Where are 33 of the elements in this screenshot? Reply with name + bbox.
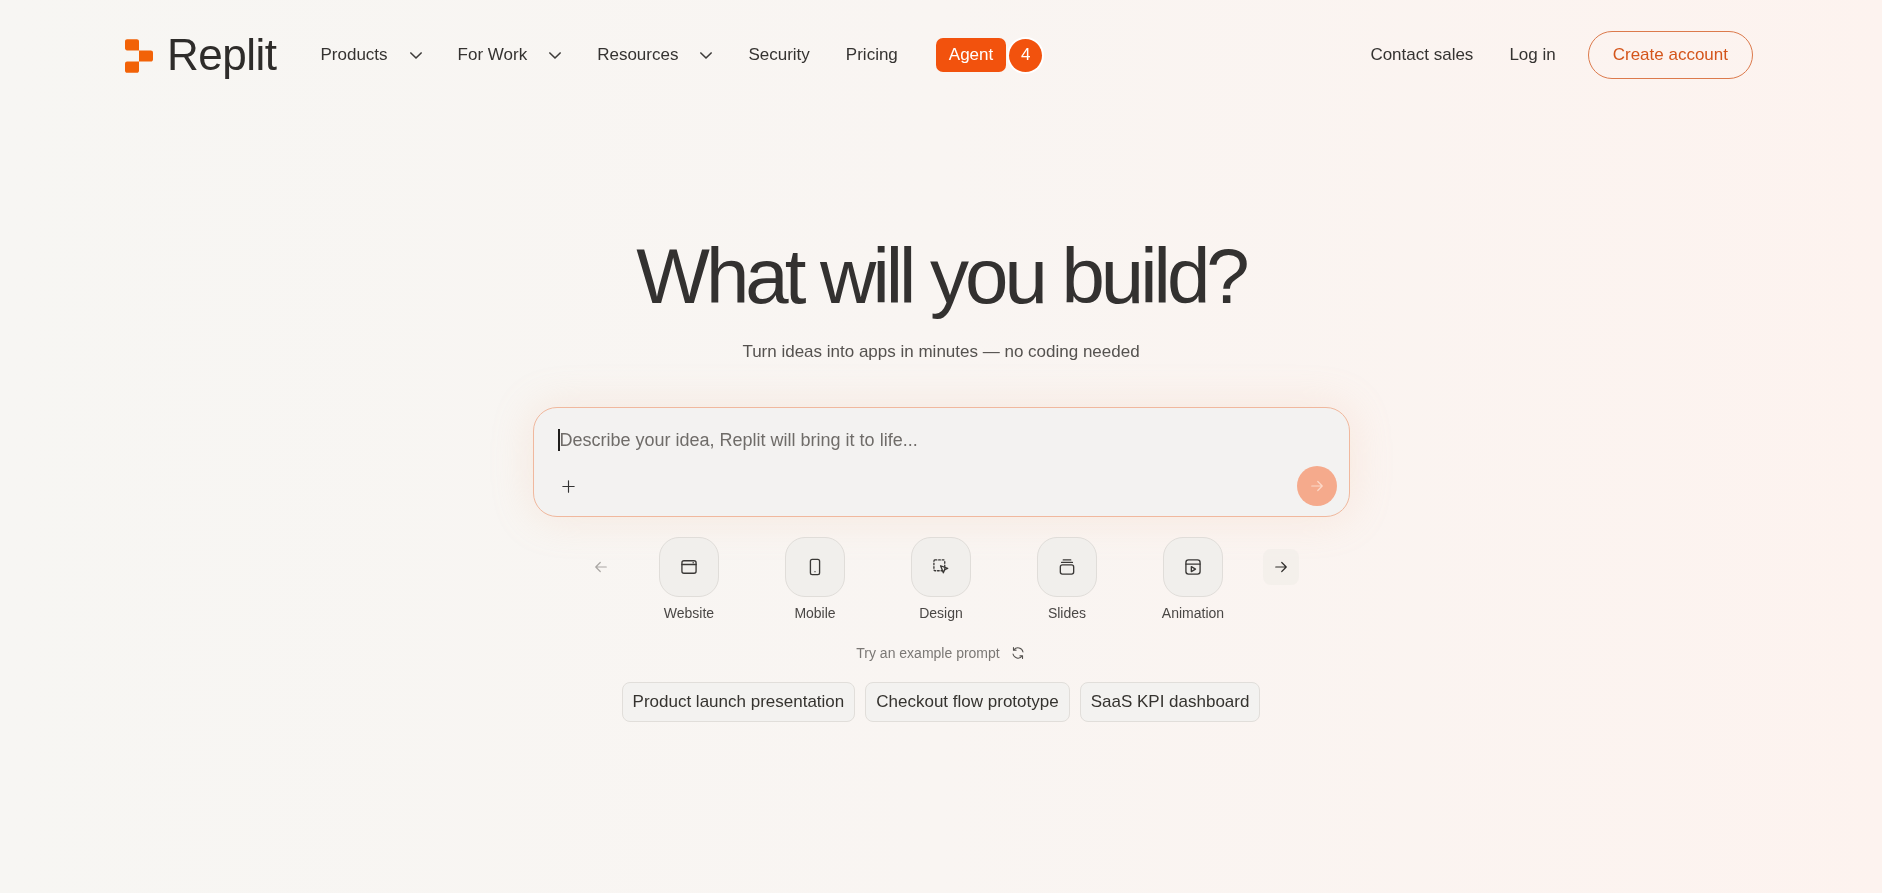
category-label: Slides (1047, 604, 1087, 622)
category-tile[interactable] (1163, 537, 1223, 597)
category-label: Website (663, 604, 715, 622)
hero-subtitle: Turn ideas into apps in minutes — no coding needed (742, 341, 1140, 363)
example-prompt-chip[interactable]: SaaS KPI dashboard (1079, 682, 1261, 722)
play-window-icon (1183, 557, 1203, 577)
example-prompt-chip[interactable]: Checkout flow prototype (865, 682, 1070, 722)
examples-label: Try an example prompt (856, 644, 1000, 663)
category-tile[interactable] (659, 537, 719, 597)
refresh-icon[interactable] (1009, 645, 1026, 661)
count-badge: 4 (1009, 38, 1043, 72)
category-tile[interactable] (1037, 537, 1097, 597)
nav-link[interactable]: For Work (457, 37, 562, 73)
brand-name[interactable]: Replit (167, 33, 277, 77)
nav-link[interactable]: Security (748, 37, 810, 73)
category-label: Mobile (794, 604, 836, 622)
nav-link[interactable]: Products (320, 37, 422, 73)
category-label: Design (919, 604, 963, 622)
prompt-input[interactable]: Describe your idea, Replit will bring it to life... (559, 428, 1337, 452)
nav-link[interactable]: Pricing (845, 37, 898, 73)
category-tile[interactable] (785, 537, 845, 597)
header-link[interactable]: Contact sales (1362, 35, 1482, 75)
category-tile[interactable] (911, 537, 971, 597)
category-label: Animation (1161, 604, 1225, 622)
header-link[interactable]: Log in (1501, 35, 1564, 75)
logo-icon[interactable] (125, 37, 153, 75)
example-prompt-chip[interactable]: Product launch presentation (621, 682, 856, 722)
stacked-cards-icon (1057, 557, 1077, 577)
browser-window-icon (679, 557, 699, 577)
arrow-right-icon[interactable] (1263, 549, 1299, 585)
nav-link[interactable]: Resources (597, 37, 713, 73)
agent-link[interactable]: Agent (935, 38, 1007, 72)
plus-icon[interactable] (559, 477, 577, 495)
